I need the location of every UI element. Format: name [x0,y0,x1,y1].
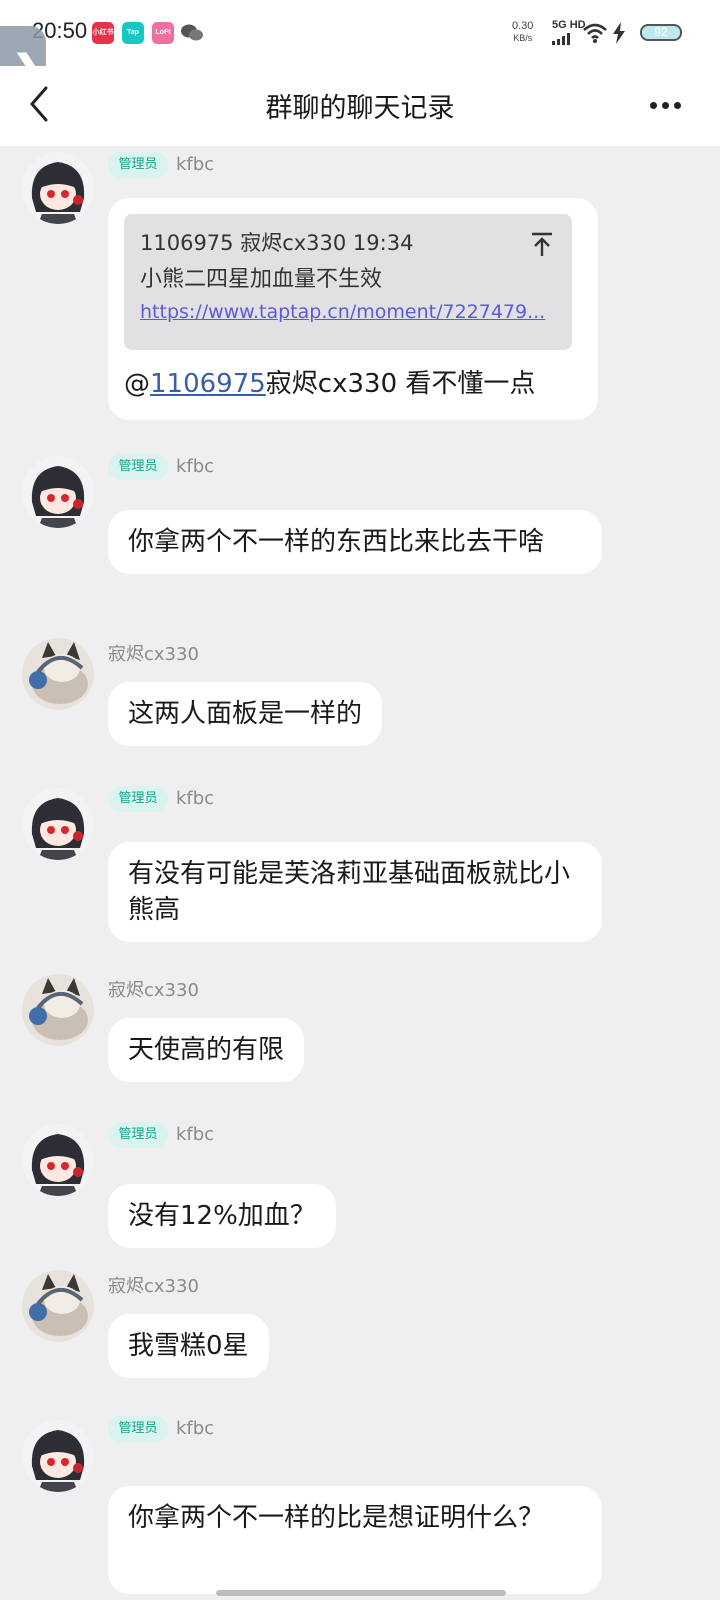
message-text: @1106975寂烬cx330 看不懂一点 [124,366,535,402]
admin-badge: 管理员 [108,454,168,480]
avatar[interactable] [22,1124,94,1196]
message-text: 有没有可能是芙洛莉亚基础面板就比小熊高 [128,859,571,925]
status-bar: 20:50 小红书 Tap LoFt 0.30 KB/s 5G HD 92 [0,0,720,66]
header: 群聊的聊天记录 [0,66,720,146]
charging-icon [613,22,625,44]
message-text-content: 寂烬cx330 看不懂一点 [265,369,536,399]
red-app-icon: 小红书 [92,22,114,44]
message-bubble[interactable]: 你拿两个不一样的比是想证明什么？ [108,1486,602,1594]
message-bubble[interactable]: 这两人面板是一样的 [108,682,383,746]
message-text: 没有12%加血？ [128,1201,316,1231]
sender-name: kfbc [176,1124,215,1145]
sender-name: kfbc [176,788,215,809]
lofter-icon: LoFt [152,22,174,44]
message-bubble[interactable]: 你拿两个不一样的东西比来比去干啥 [108,510,602,574]
message-text: 我雪糕0星 [128,1331,249,1361]
more-options-button[interactable] [650,94,690,110]
avatar[interactable] [22,638,94,710]
signal-icon [552,33,570,45]
mention-prefix: @ [124,369,150,399]
page-title: 群聊的聊天记录 [265,93,455,124]
sender-name: kfbc [176,456,215,477]
avatar[interactable] [22,456,94,528]
sender-name: 寂烬cx330 [108,980,199,1001]
message-bubble[interactable]: 1106975 寂烬cx330 19:34 小熊二四星加血量不生效 https:… [108,198,598,420]
message-bubble[interactable]: 有没有可能是芙洛莉亚基础面板就比小熊高 [108,842,602,942]
quote-text: 小熊二四星加血量不生效 [140,267,383,292]
message-text: 你拿两个不一样的比是想证明什么？ [128,1503,545,1533]
sender-name: kfbc [176,1418,215,1439]
jump-to-top-icon[interactable] [530,232,554,258]
admin-badge: 管理员 [108,152,168,178]
battery-indicator: 92 [640,24,682,41]
sender-name: 寂烬cx330 [108,644,199,665]
network-speed: 0.30 KB/s [512,20,534,43]
wifi-icon [583,23,607,43]
quote-meta: 1106975 寂烬cx330 19:34 [140,231,414,255]
message-text: 你拿两个不一样的东西比来比去干啥 [128,527,545,557]
avatar[interactable] [22,788,94,860]
wechat-icon [181,24,203,41]
message-text: 天使高的有限 [128,1035,285,1065]
sender-name: kfbc [176,154,215,175]
sender-name: 寂烬cx330 [108,1276,199,1297]
message-bubble[interactable]: 我雪糕0星 [108,1314,269,1378]
admin-badge: 管理员 [108,1122,168,1148]
message-bubble[interactable]: 天使高的有限 [108,1018,305,1082]
message-text: 这两人面板是一样的 [128,699,363,729]
quote-link[interactable]: https://www.taptap.cn/moment/7227479... [140,298,556,326]
avatar[interactable] [22,1420,94,1492]
message-bubble[interactable]: 没有12%加血？ [108,1184,336,1248]
taptap-icon: Tap [122,22,144,44]
avatar[interactable] [22,974,94,1046]
admin-badge: 管理员 [108,1416,168,1442]
quoted-message[interactable]: 1106975 寂烬cx330 19:34 小熊二四星加血量不生效 https:… [124,214,572,350]
home-indicator[interactable] [216,1590,506,1596]
avatar[interactable] [22,152,94,224]
network-type: 5G HD [552,19,586,31]
mention-link[interactable]: 1106975 [150,369,266,399]
avatar[interactable] [22,1270,94,1342]
admin-badge: 管理员 [108,786,168,812]
